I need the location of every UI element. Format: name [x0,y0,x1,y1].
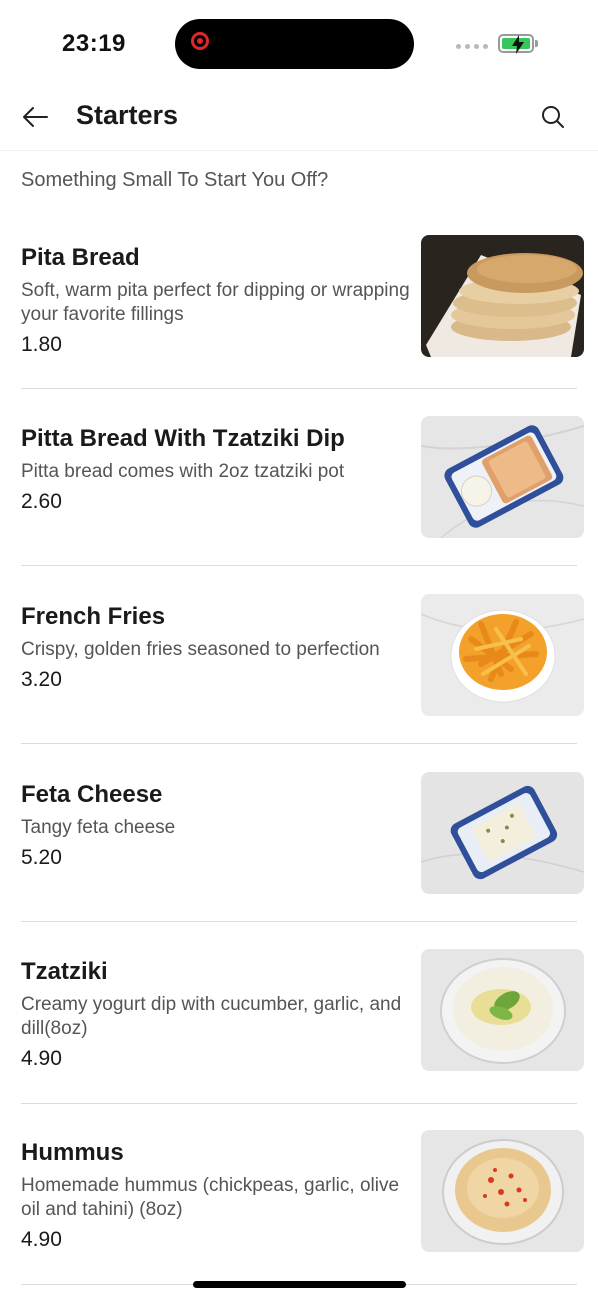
screen-recording-icon [191,32,209,50]
battery-icon [498,34,534,54]
menu-item-description: Tangy feta cheese [21,817,176,838]
menu-item-text: Tzatziki Creamy yogurt dip with cucumber… [21,957,421,1073]
divider [21,743,577,744]
menu-item-price: 5.20 [21,846,62,869]
search-button[interactable] [536,100,570,134]
divider [21,388,577,389]
menu-item-description: Homemade hummus (chickpeas, garlic, oliv… [21,1175,400,1220]
menu-item-hummus[interactable]: Hummus Homemade hummus (chickpeas, garli… [0,1130,598,1284]
menu-item-name: Pitta Bread With Tzatziki Dip [21,425,345,452]
menu-item-feta-cheese[interactable]: Feta Cheese Tangy feta cheese 5.20 [0,772,598,921]
menu-item-price: 1.80 [21,333,62,356]
menu-item-price: 2.60 [21,490,62,513]
menu-item-french-fries[interactable]: French Fries Crispy, golden fries season… [0,594,598,743]
section-subtitle: Something Small To Start You Off? [21,169,329,191]
menu-item-pitta-tzatziki[interactable]: Pitta Bread With Tzatziki Dip Pitta brea… [0,416,598,565]
status-time: 23:19 [62,30,126,57]
pita-bread-photo [421,235,584,357]
menu-item-name: Feta Cheese [21,781,163,808]
dynamic-island [175,19,414,69]
menu-item-name: Tzatziki [21,958,108,985]
status-bar: 23:19 [0,0,598,90]
menu-item-tzatziki[interactable]: Tzatziki Creamy yogurt dip with cucumber… [0,949,598,1103]
menu-item-description: Creamy yogurt dip with cucumber, garlic,… [21,994,402,1039]
page-title: Starters [76,100,179,130]
menu-item-name: Pita Bread [21,244,140,271]
menu-item-name: Hummus [21,1139,124,1166]
feta-cheese-photo [421,772,584,894]
divider [21,921,577,922]
home-indicator[interactable] [193,1281,406,1288]
menu-item-price: 4.90 [21,1047,62,1070]
menu-item-description: Crispy, golden fries seasoned to perfect… [21,639,380,660]
menu-item-price: 4.90 [21,1228,62,1251]
menu-item-text: French Fries Crispy, golden fries season… [21,602,421,694]
back-button[interactable] [18,100,52,134]
charging-bolt-icon [512,35,524,54]
divider [21,1103,577,1104]
arrow-left-icon [23,107,48,127]
menu-item-description: Pitta bread comes with 2oz tzatziki pot [21,461,345,482]
search-icon [542,106,564,128]
divider [21,565,577,566]
battery-cap [535,40,538,47]
french-fries-photo [421,594,584,716]
tzatziki-photo [421,949,584,1071]
hummus-photo [421,1130,584,1252]
menu-item-price: 3.20 [21,668,62,691]
menu-item-pita-bread[interactable]: Pita Bread Soft, warm pita perfect for d… [0,235,598,388]
pitta-tzatziki-photo [421,416,584,538]
menu-item-text: Pitta Bread With Tzatziki Dip Pitta brea… [21,424,421,516]
menu-item-text: Pita Bread Soft, warm pita perfect for d… [21,243,421,359]
signal-icon [456,44,488,49]
menu-item-name: French Fries [21,603,166,630]
menu-item-text: Feta Cheese Tangy feta cheese 5.20 [21,780,421,872]
menu-item-text: Hummus Homemade hummus (chickpeas, garli… [21,1138,421,1254]
menu-item-description: Soft, warm pita perfect for dipping or w… [21,280,410,325]
header: Starters [0,90,598,151]
